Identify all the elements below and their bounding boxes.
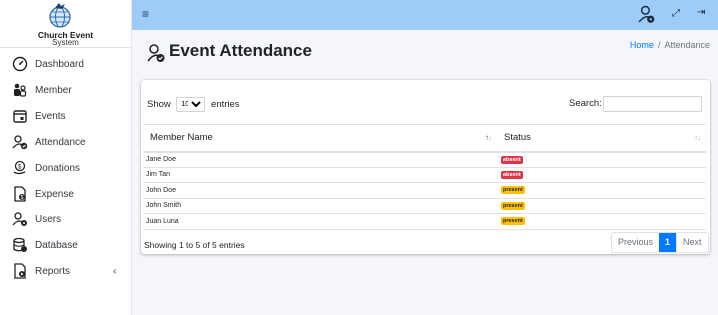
status-badge: present bbox=[501, 186, 525, 195]
expense-file-icon: $ bbox=[14, 186, 26, 202]
svg-text:$: $ bbox=[21, 195, 24, 201]
brand-subtitle: System bbox=[52, 38, 79, 47]
status-cell: present bbox=[497, 182, 706, 199]
status-cell: present bbox=[497, 198, 706, 214]
sidebar-item-dashboard[interactable]: Dashboard bbox=[0, 53, 132, 75]
sidebar-item-label: Users bbox=[35, 213, 62, 225]
sidebar-item-label: Database bbox=[35, 239, 78, 251]
top-navbar: ≡ ⤢ ⇥ bbox=[132, 0, 718, 30]
sidebar-item-label: Dashboard bbox=[35, 58, 84, 70]
status-badge: present bbox=[501, 217, 525, 226]
sidebar-item-label: Reports bbox=[35, 265, 71, 277]
table-info: Showing 1 to 5 of 5 entries bbox=[144, 240, 245, 250]
sidebar-item-label: Attendance bbox=[35, 136, 86, 148]
status-badge: absent bbox=[501, 155, 523, 164]
next-page-button[interactable]: Next bbox=[676, 233, 708, 252]
user-check-icon bbox=[147, 44, 165, 62]
show-label: Show bbox=[147, 99, 171, 111]
previous-page-button[interactable]: Previous bbox=[612, 233, 659, 252]
search-label: Search: bbox=[569, 98, 602, 109]
members-icon bbox=[14, 83, 27, 97]
page-1-button[interactable]: 1 bbox=[659, 233, 677, 252]
calendar-icon bbox=[13, 110, 27, 123]
column-label: Status bbox=[504, 132, 531, 144]
member-name-cell: Jane Doe bbox=[143, 151, 497, 168]
entries-label: entries bbox=[211, 99, 240, 111]
sidebar-item-reports[interactable]: Reports ‹ bbox=[0, 260, 132, 282]
attendance-card: Show 10 entries Search: Member Name ↑↓ S… bbox=[141, 80, 710, 254]
user-check-icon bbox=[12, 135, 28, 150]
table-header-row: Member Name ↑↓ Status ↑↓ bbox=[143, 124, 706, 153]
sidebar-item-events[interactable]: Events bbox=[0, 105, 132, 127]
page-title: Event Attendance bbox=[169, 41, 312, 60]
user-gear-icon[interactable] bbox=[638, 5, 655, 24]
table-row: Jane Doe absent bbox=[143, 151, 706, 168]
chevron-left-icon[interactable]: ‹ bbox=[113, 266, 116, 277]
pagination: Previous 1 Next bbox=[611, 232, 709, 253]
sidebar-item-label: Donations bbox=[35, 162, 81, 174]
breadcrumb: Home / Attendance bbox=[630, 40, 710, 50]
fullscreen-icon[interactable]: ⤢ bbox=[672, 8, 680, 19]
sidebar: Church Event System Dashboard Member Eve… bbox=[0, 0, 132, 315]
table-row: John Smith present bbox=[143, 198, 706, 214]
logout-icon[interactable]: ⇥ bbox=[697, 7, 705, 18]
table-row: Juan Luna present bbox=[143, 213, 706, 230]
sidebar-item-attendance[interactable]: Attendance bbox=[0, 131, 132, 153]
status-badge: absent bbox=[501, 170, 523, 179]
search-input[interactable] bbox=[603, 96, 702, 112]
sidebar-item-donations[interactable]: $ Donations bbox=[0, 157, 132, 179]
sidebar-item-member[interactable]: Member bbox=[0, 79, 132, 101]
breadcrumb-home-link[interactable]: Home bbox=[630, 40, 654, 50]
column-header-status[interactable]: Status ↑↓ bbox=[497, 124, 706, 153]
sidebar-item-label: Member bbox=[35, 84, 72, 96]
sidebar-item-users[interactable]: Users bbox=[0, 208, 132, 230]
status-cell: absent bbox=[497, 167, 706, 183]
status-cell: present bbox=[497, 213, 706, 230]
sidebar-item-label: Expense bbox=[35, 188, 74, 200]
column-header-member-name[interactable]: Member Name ↑↓ bbox=[143, 124, 497, 153]
table-row: John Doe present bbox=[143, 182, 706, 199]
sidebar-item-label: Events bbox=[35, 110, 66, 122]
user-gear-icon bbox=[12, 212, 27, 226]
globe-logo-icon bbox=[49, 3, 71, 28]
entries-length-control: Show 10 entries bbox=[147, 97, 240, 112]
breadcrumb-separator: / bbox=[657, 40, 661, 50]
status-badge: present bbox=[501, 201, 525, 210]
table-row: Jim Tan absent bbox=[143, 167, 706, 183]
status-cell: absent bbox=[497, 151, 706, 168]
report-file-icon bbox=[14, 263, 26, 279]
member-name-cell: Juan Luna bbox=[143, 213, 497, 230]
donation-icon: $ bbox=[13, 160, 26, 175]
entries-select[interactable]: 10 bbox=[176, 97, 206, 112]
sort-asc-icon: ↑↓ bbox=[485, 133, 492, 142]
breadcrumb-current: Attendance bbox=[664, 40, 710, 50]
database-icon bbox=[13, 237, 27, 252]
sidebar-item-expense[interactable]: $ Expense bbox=[0, 183, 132, 205]
member-name-cell: John Smith bbox=[143, 198, 497, 214]
column-label: Member Name bbox=[150, 132, 213, 144]
sidebar-item-database[interactable]: Database bbox=[0, 234, 132, 256]
sort-icon: ↑↓ bbox=[694, 133, 701, 142]
attendance-table: Member Name ↑↓ Status ↑↓ Jane Doe absent … bbox=[143, 124, 706, 230]
brand[interactable]: Church Event System bbox=[0, 0, 131, 48]
hamburger-menu-icon[interactable]: ≡ bbox=[142, 7, 149, 21]
member-name-cell: John Doe bbox=[143, 182, 497, 199]
gauge-icon bbox=[12, 56, 28, 72]
member-name-cell: Jim Tan bbox=[143, 167, 497, 183]
